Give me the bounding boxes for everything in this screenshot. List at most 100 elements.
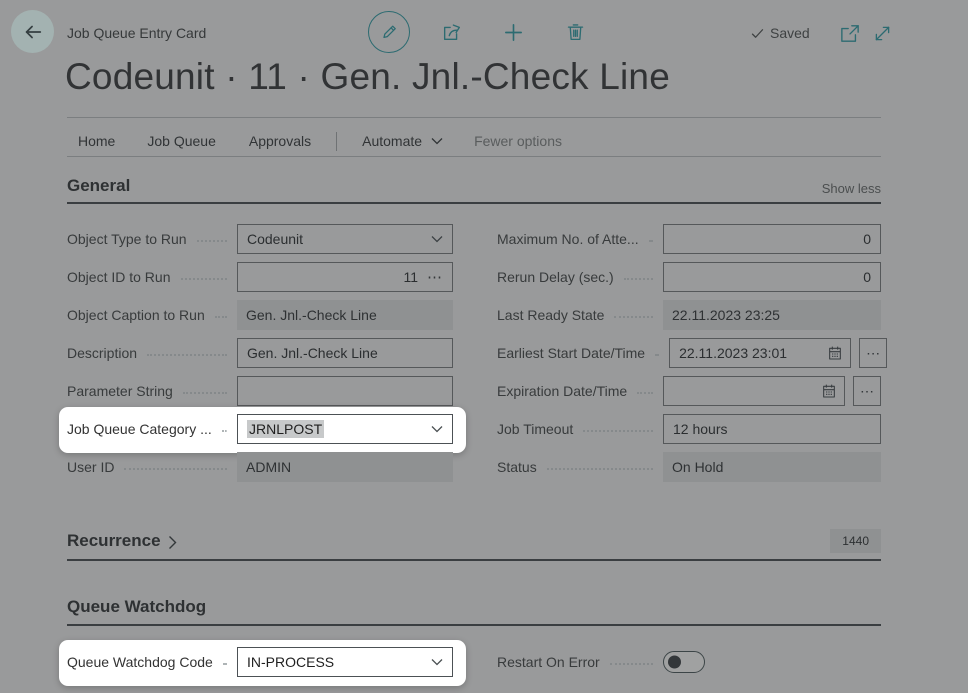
- field-parameter-string: Parameter String: [67, 376, 453, 406]
- dotted-leader: [222, 430, 227, 432]
- fullscreen-button[interactable]: [872, 23, 893, 44]
- field-label: Queue Watchdog Code: [67, 654, 213, 670]
- combobox-value: Codeunit: [247, 231, 303, 247]
- dotted-leader: [610, 663, 653, 665]
- pencil-icon: [379, 22, 399, 42]
- save-status: Saved: [750, 25, 810, 41]
- chevron-right-icon: [167, 535, 178, 550]
- queue-watchdog-section-title: Queue Watchdog: [67, 597, 206, 616]
- field-label: Rerun Delay (sec.): [497, 269, 614, 285]
- edit-button[interactable]: [368, 11, 410, 53]
- plus-icon: [502, 21, 525, 44]
- menu-item-approvals[interactable]: Approvals: [249, 133, 311, 149]
- job-queue-category-combobox[interactable]: JRNLPOST: [237, 414, 453, 444]
- dotted-leader: [614, 316, 653, 318]
- dotted-leader: [197, 240, 227, 242]
- field-label: Object Caption to Run: [67, 307, 205, 323]
- general-section-rule: [67, 202, 881, 204]
- dotted-leader: [147, 354, 227, 356]
- queue-watchdog-fields: Queue Watchdog Code IN-PROCESS Restart O…: [67, 647, 881, 685]
- dotted-leader: [181, 278, 228, 280]
- menu-item-fewer-options[interactable]: Fewer options: [474, 133, 562, 149]
- combobox-selected-text: JRNLPOST: [247, 420, 324, 438]
- rerun-delay-input[interactable]: 0: [663, 262, 881, 292]
- new-button[interactable]: [502, 21, 525, 44]
- menu-item-job-queue[interactable]: Job Queue: [147, 133, 216, 149]
- earliest-start-control: 22.11.2023 23:01 ⋯: [669, 338, 887, 368]
- show-less-link[interactable]: Show less: [822, 181, 881, 196]
- user-id-field: ADMIN: [237, 452, 453, 482]
- field-rerun-delay: Rerun Delay (sec.) 0: [497, 262, 881, 292]
- dotted-leader: [124, 468, 227, 470]
- general-section-header: General Show less: [67, 176, 881, 196]
- field-restart-on-error: Restart On Error: [497, 647, 881, 677]
- field-job-queue-category-highlighted: Job Queue Category ... JRNLPOST: [67, 414, 453, 444]
- automate-label: Automate: [362, 133, 422, 149]
- object-type-combobox[interactable]: Codeunit: [237, 224, 453, 254]
- queue-watchdog-code-combobox[interactable]: IN-PROCESS: [237, 647, 453, 677]
- recurrence-summary-badge: 1440: [830, 529, 881, 553]
- share-button[interactable]: [441, 21, 463, 43]
- popout-icon: [839, 24, 861, 43]
- field-label: Description: [67, 345, 137, 361]
- max-attempts-input[interactable]: 0: [663, 224, 881, 254]
- toggle-knob: [668, 656, 681, 669]
- expiration-control: ⋯: [663, 376, 881, 406]
- field-label: Earliest Start Date/Time: [497, 345, 645, 361]
- chevron-down-icon: [431, 235, 443, 243]
- expiration-assist-button[interactable]: ⋯: [853, 376, 881, 406]
- field-object-caption-to-run: Object Caption to Run Gen. Jnl.-Check Li…: [67, 300, 453, 330]
- field-value: Gen. Jnl.-Check Line: [246, 307, 377, 323]
- share-icon: [441, 21, 463, 43]
- watchdog-right-column: Restart On Error: [497, 647, 881, 685]
- lookup-assist-icon[interactable]: ⋯: [427, 268, 443, 286]
- field-user-id: User ID ADMIN: [67, 452, 453, 482]
- divider: [67, 117, 881, 118]
- calendar-icon[interactable]: [821, 383, 837, 399]
- open-in-window-button[interactable]: [839, 24, 861, 43]
- field-label: Last Ready State: [497, 307, 604, 323]
- input-value: Gen. Jnl.-Check Line: [247, 345, 378, 361]
- dotted-leader: [624, 278, 653, 280]
- field-label: Restart On Error: [497, 654, 600, 670]
- restart-on-error-toggle[interactable]: [663, 651, 705, 673]
- general-left-column: Object Type to Run Codeunit Object ID to…: [67, 224, 453, 490]
- menu-item-home[interactable]: Home: [78, 133, 115, 149]
- delete-button[interactable]: [565, 21, 586, 42]
- back-button[interactable]: [11, 10, 54, 53]
- recurrence-section-toggle[interactable]: Recurrence 1440: [67, 528, 881, 554]
- expand-diagonal-icon: [872, 23, 893, 44]
- field-label: Maximum No. of Atte...: [497, 231, 639, 247]
- last-ready-state-field: 22.11.2023 23:25: [663, 300, 881, 330]
- field-label: Parameter String: [67, 383, 173, 399]
- input-value: 22.11.2023 23:01: [679, 345, 787, 361]
- object-caption-field: Gen. Jnl.-Check Line: [237, 300, 453, 330]
- dotted-leader: [215, 316, 227, 318]
- earliest-start-date-input[interactable]: 22.11.2023 23:01: [669, 338, 851, 368]
- parameter-string-input[interactable]: [237, 376, 453, 406]
- divider: [67, 156, 881, 157]
- earliest-start-assist-button[interactable]: ⋯: [859, 338, 887, 368]
- field-object-type-to-run: Object Type to Run Codeunit: [67, 224, 453, 254]
- job-queue-entry-card-page: Job Queue Entry Card: [0, 0, 968, 693]
- object-id-input[interactable]: 11 ⋯: [237, 262, 453, 292]
- field-label: Expiration Date/Time: [497, 383, 627, 399]
- field-value: 22.11.2023 23:25: [672, 307, 780, 323]
- watchdog-left-column: Queue Watchdog Code IN-PROCESS: [67, 647, 453, 685]
- calendar-icon[interactable]: [827, 345, 843, 361]
- input-value: 0: [863, 269, 871, 285]
- back-arrow-icon: [22, 21, 44, 43]
- description-input[interactable]: Gen. Jnl.-Check Line: [237, 338, 453, 368]
- chevron-down-icon: [431, 137, 443, 145]
- field-value: On Hold: [672, 459, 723, 475]
- status-field: On Hold: [663, 452, 881, 482]
- field-description: Description Gen. Jnl.-Check Line: [67, 338, 453, 368]
- field-status: Status On Hold: [497, 452, 881, 482]
- menu-item-automate[interactable]: Automate: [362, 133, 443, 149]
- expiration-date-input[interactable]: [663, 376, 845, 406]
- dotted-leader: [223, 663, 227, 665]
- job-timeout-input[interactable]: 12 hours: [663, 414, 881, 444]
- field-job-timeout: Job Timeout 12 hours: [497, 414, 881, 444]
- page-caption: Job Queue Entry Card: [67, 25, 206, 41]
- dotted-leader: [583, 430, 653, 432]
